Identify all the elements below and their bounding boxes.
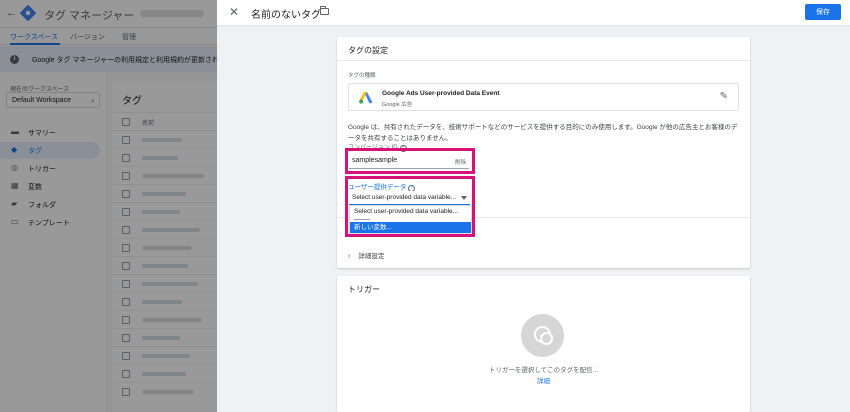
tag-editor-panel: ✕ 名前のないタグ 保存 タグの設定 タグの種類 Google Ads User… (217, 0, 850, 412)
dropdown-option-select-variable[interactable]: Select user-provided data variable... (350, 206, 471, 218)
folder-icon[interactable] (320, 6, 329, 15)
pencil-icon[interactable]: ✎ (720, 91, 728, 103)
conversion-id-field[interactable]: samplesample 削除 (349, 154, 469, 169)
tag-configuration-title: タグの設定 (348, 46, 388, 55)
trigger-hint: トリガーを選択してこのタグを配信... (488, 367, 599, 374)
dropdown-separator (354, 219, 370, 220)
caret-down-icon (461, 196, 467, 200)
user-provided-data-dropdown: Select user-provided data variable... 新し… (349, 205, 472, 233)
tag-type-name: Google Ads User-provided Data Event (382, 90, 500, 97)
conversion-id-label: コンバージョン ID? (348, 142, 407, 152)
panel-header: ✕ 名前のないタグ 保存 (217, 0, 850, 26)
add-trigger-button[interactable] (521, 314, 564, 357)
advanced-settings-label: 詳細設定 (358, 253, 385, 260)
learn-more-link[interactable]: 詳細 (337, 375, 750, 385)
user-provided-data-selected: Select user-provided data variable... (352, 194, 457, 201)
trigger-icon (534, 326, 553, 345)
google-ads-icon (359, 92, 373, 104)
advanced-settings-toggle[interactable]: › 詳細設定 (348, 250, 384, 260)
tag-type-label: タグの種類 (348, 73, 376, 79)
triggering-title: トリガー (348, 285, 380, 294)
chevron-right-icon: › (348, 253, 351, 260)
divider (337, 60, 750, 61)
tag-name-title[interactable]: 名前のないタグ (251, 6, 321, 21)
user-provided-data-select[interactable]: Select user-provided data variable... (349, 191, 470, 206)
conversion-id-label-text: コンバージョン ID (348, 145, 398, 151)
conversion-id-value: samplesample (352, 157, 398, 164)
close-icon[interactable]: ✕ (229, 5, 239, 19)
dropdown-option-new-variable[interactable]: 新しい変数... (350, 222, 471, 233)
user-provided-data-label-text: ユーザー提供データ (348, 184, 407, 191)
help-icon[interactable]: ? (399, 145, 407, 152)
save-button[interactable]: 保存 (805, 4, 841, 20)
data-usage-description: Google は、共有されたデータを、技術サポートなどのサービスを提供する目的に… (348, 124, 738, 142)
conversion-id-clear[interactable]: 削除 (455, 158, 466, 166)
tag-type-vendor: Google 広告 (382, 102, 413, 108)
tag-type-selector[interactable]: Google Ads User-provided Data Event Goog… (348, 83, 739, 111)
triggering-card: トリガー トリガーを選択してこのタグを配信... 詳細 (337, 276, 750, 412)
tag-configuration-card: タグの設定 タグの種類 Google Ads User-provided Dat… (337, 37, 750, 268)
